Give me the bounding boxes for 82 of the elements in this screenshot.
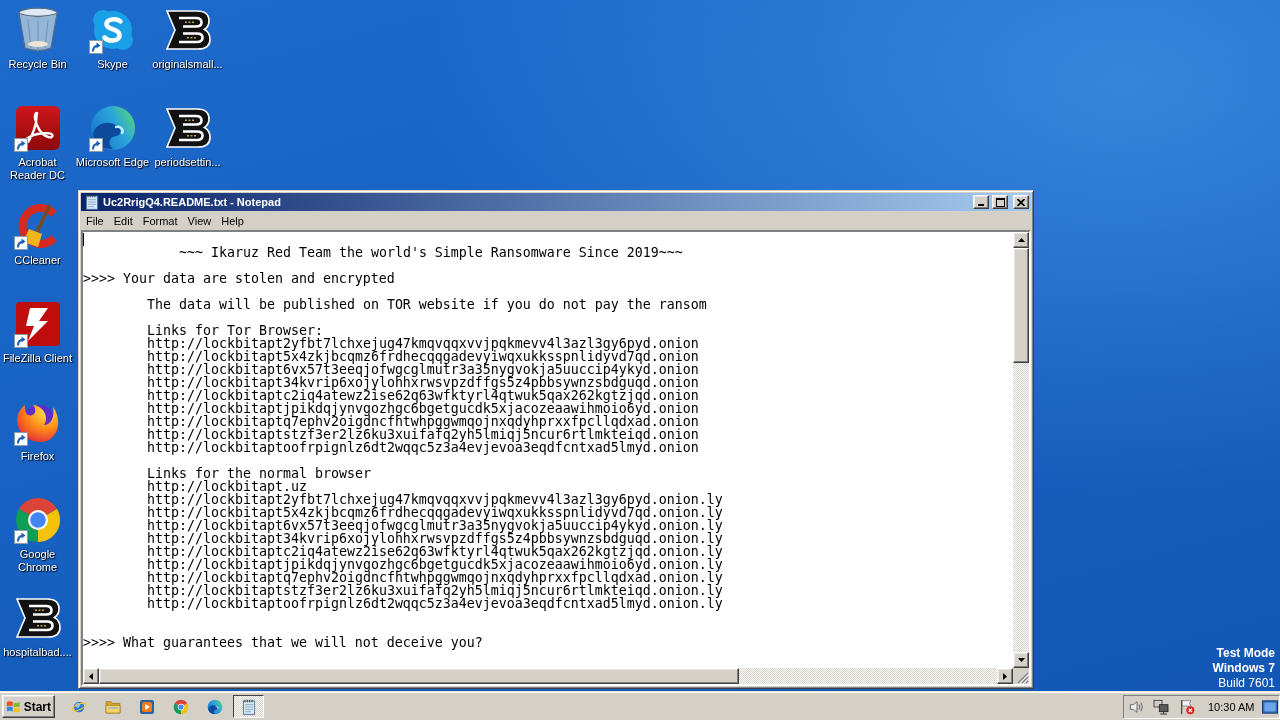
text-line: http://lockbitaptstzf3er2lz6ku3xuifafq2yh5lmiqj5ncur6rtlmkteiqd.onion — [147, 428, 699, 441]
start-button[interactable]: Start — [2, 695, 55, 718]
icon-label[interactable]: hospitalbad.... — [3, 646, 72, 659]
text-line: http://lockbitapt34kvrip6xojylohhxrwsvpzdffgs5z4pbbsywnzsbdguqd.onion.ly — [147, 532, 723, 545]
menu-item[interactable]: View — [182, 212, 217, 229]
icon-label[interactable]: Recycle Bin — [8, 58, 67, 71]
text-line: http://lockbitaptoofrpignlz6dt2wqqc5z3a4evjevoa3eqdfcntxad5lmyd.onion — [147, 441, 699, 454]
text-area[interactable] — [83, 232, 1013, 668]
scroll-down-button[interactable] — [1013, 652, 1029, 668]
right-arrow-icon — [1003, 672, 1007, 680]
text-line: http://lockbitaptc2iq4atewz2ise62q63wfktyrl4qtwuk5qax262kgtzjqd.onion — [147, 389, 699, 402]
speaker-icon[interactable] — [1129, 698, 1145, 715]
text-line: http://lockbitapt5x4zkjbcqmz6frdhecqqgadevyiwqxukksspnlidyvd7qd.onion — [147, 350, 699, 363]
scroll-left-button[interactable] — [83, 668, 99, 684]
close-button[interactable] — [1013, 195, 1029, 209]
text-line: http://lockbitaptc2iq4atewz2ise62q63wfktyrl4qtwuk5qax262kgtzjqd.onion.ly — [147, 545, 723, 558]
text-line: http://lockbitapt2yfbt7lchxejug47kmqvqqxvvjpqkmevv4l3azl3gy6pyd.onion — [147, 337, 699, 350]
chrome-icon[interactable] — [173, 698, 189, 715]
minimize-icon — [978, 204, 984, 206]
text-line: http://lockbitaptstzf3er2lz6ku3xuifafq2yh5lmiqj5ncur6rtlmkteiqd.onion.ly — [147, 584, 723, 597]
text-line: http://lockbitapt5x4zkjbcqmz6frdhecqqgadevyiwqxukksspnlidyvd7qd.onion.ly — [147, 506, 723, 519]
icon-label[interactable]: periodsettin... — [154, 156, 221, 169]
minimize-button[interactable] — [973, 195, 989, 209]
notepad-icon — [240, 698, 257, 715]
menu-item[interactable]: File — [81, 212, 109, 229]
taskbar-button[interactable] — [233, 695, 264, 718]
start-flag-icon — [6, 698, 21, 715]
down-arrow-icon — [1017, 658, 1025, 662]
icon-label[interactable]: Google Chrome — [0, 548, 75, 574]
icon-label[interactable]: CCleaner — [14, 254, 61, 267]
text-line: http://lockbitapt6vx57t3eeqjofwgcglmutr3a35nygvokja5uuccip4ykyd.onion.ly — [147, 519, 723, 532]
close-icon — [1017, 198, 1025, 206]
left-arrow-icon — [89, 672, 93, 680]
scroll-up-button[interactable] — [1013, 232, 1029, 248]
vertical-scrollbar[interactable] — [1013, 232, 1029, 668]
icon-label[interactable]: Microsoft Edge — [75, 156, 150, 169]
menu-item[interactable]: Edit — [108, 212, 138, 229]
text-line: http://lockbitaptjpikdqjynvgozhgc6bgetgucdk5xjacozeaawihmoio6yd.onion — [147, 402, 699, 415]
horizontal-scrollbar[interactable] — [83, 668, 1013, 684]
system-info-text: Windows 7 — [1212, 661, 1275, 676]
notepad-icon — [84, 194, 100, 210]
text-line: http://lockbitapt34kvrip6xojylohhxrwsvpzdffgs5z4pbbsywnzsbdguqd.onion — [147, 376, 699, 389]
banner-text: ~~~ Ikaruz Red Team the world's Simple Ransomware Since 2019~~~ — [179, 246, 683, 259]
menu-item[interactable]: Format — [137, 212, 183, 229]
clock-text[interactable]: 10:30 AM — [1208, 700, 1255, 713]
text-line: http://lockbitaptjpikdqjynvgozhgc6bgetgucdk5xjacozeaawihmoio6yd.onion.ly — [147, 558, 723, 571]
text-line: http://lockbitaptq7ephv2oigdncfhtwhpggwmqojnxqdyhprxxfpcllqdxad.onion.ly — [147, 571, 723, 584]
up-arrow-icon — [1017, 238, 1025, 242]
window-title: Uc2RrigQ4.README.txt - Notepad — [103, 196, 281, 208]
icon-label[interactable]: Firefox — [20, 450, 55, 463]
menu-item[interactable]: Help — [216, 212, 249, 229]
flag-alert-icon[interactable] — [1179, 698, 1195, 715]
text-line: http://lockbitaptoofrpignlz6dt2wqqc5z3a4evjevoa3eqdfcntxad5lmyd.onion.ly — [147, 597, 723, 610]
maximize-icon — [995, 197, 1005, 207]
heading-text: >>>> What guarantees that we will not deceive you? — [83, 636, 483, 649]
acrobat-icon[interactable] — [13, 104, 62, 152]
icon-label[interactable]: FileZilla Client — [2, 352, 73, 365]
media-player-icon[interactable] — [139, 698, 155, 715]
edge-icon[interactable] — [88, 104, 137, 152]
scroll-thumb[interactable] — [1013, 248, 1029, 363]
system-info-text: Build 7601 — [1218, 676, 1275, 691]
icon-label[interactable]: Skype — [97, 58, 128, 71]
filezilla-icon[interactable] — [13, 300, 62, 348]
text-line: http://lockbitapt.uz — [147, 480, 307, 493]
text-line: http://lockbitaptq7ephv2oigdncfhtwhpggwmqojnxqdyhprxxfpcllqdxad.onion — [147, 415, 699, 428]
text-line: Links for Tor Browser: — [147, 324, 323, 337]
icon-label[interactable]: Acrobat Reader DC — [0, 156, 75, 182]
size-grip-icon[interactable] — [1017, 672, 1029, 684]
text-line: http://lockbitapt6vx57t3eeqjofwgcglmutr3a35nygvokja5uuccip4ykyd.onion — [147, 363, 699, 376]
edge-icon[interactable] — [207, 698, 223, 715]
system-info-text: Test Mode — [1216, 646, 1275, 661]
maximize-button[interactable] — [992, 195, 1008, 209]
scroll-thumb[interactable] — [99, 668, 739, 684]
text-line: The data will be published on TOR website if you do not pay the ransom — [147, 298, 707, 311]
text-line: http://lockbitapt2yfbt7lchxejug47kmqvqqxvvjpqkmevv4l3azl3gy6pyd.onion.ly — [147, 493, 723, 506]
network-icon[interactable] — [1153, 698, 1169, 715]
scroll-right-button[interactable] — [997, 668, 1013, 684]
text-line: Links for the normal browser — [147, 467, 371, 480]
show-desktop-icon[interactable] — [1262, 699, 1279, 714]
chrome-icon[interactable] — [13, 496, 62, 544]
icon-label[interactable]: originalsmall... — [152, 58, 223, 71]
heading-text: >>>> Your data are stolen and encrypted — [83, 272, 395, 285]
